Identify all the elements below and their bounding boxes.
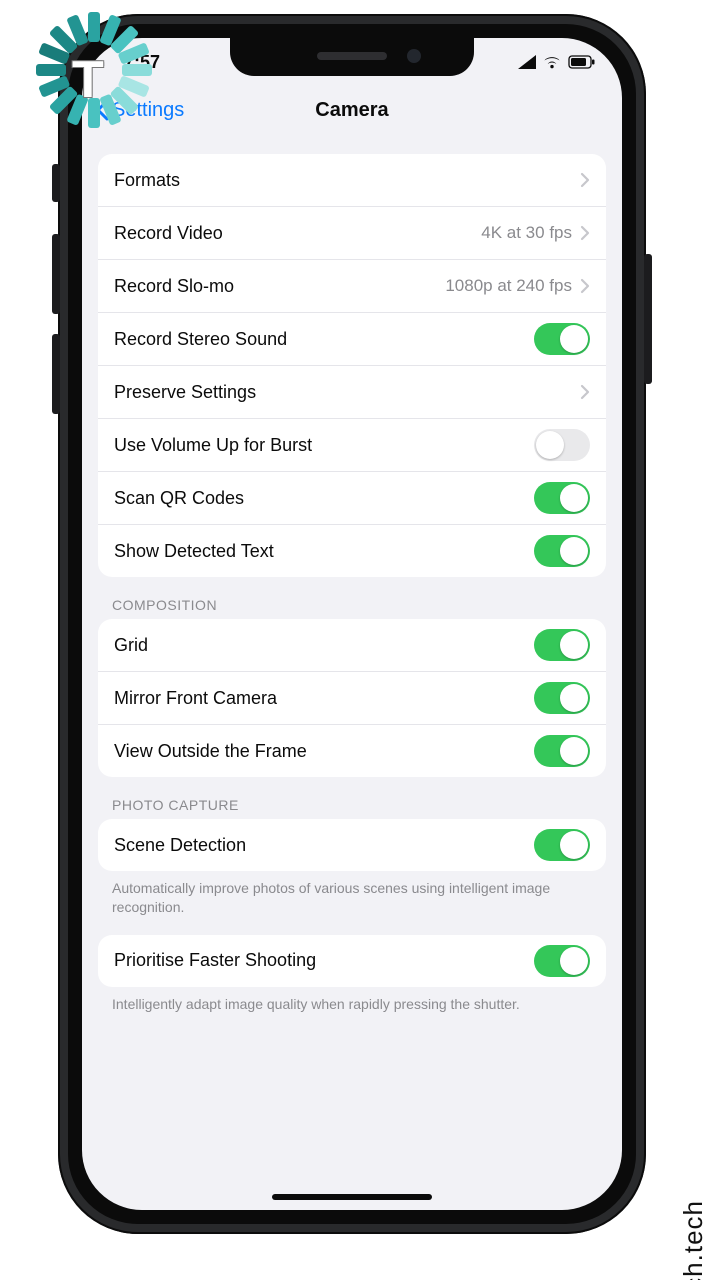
row-label: Scan QR Codes (114, 488, 244, 509)
row-formats[interactable]: Formats (98, 154, 606, 206)
row-label: Use Volume Up for Burst (114, 435, 312, 456)
home-indicator[interactable] (272, 1194, 432, 1200)
chevron-right-icon (580, 172, 590, 188)
row-prioritise-shooting: Prioritise Faster Shooting (98, 935, 606, 987)
chevron-right-icon (580, 278, 590, 294)
phone-screen: 7:57 Settings Camera (82, 38, 622, 1210)
back-label: Settings (112, 99, 184, 122)
toggle-scan-qr[interactable] (534, 482, 590, 514)
section-header-photo-capture: Photo Capture (98, 777, 606, 819)
wifi-icon (542, 55, 562, 69)
row-label: Preserve Settings (114, 382, 256, 403)
chevron-left-icon (94, 99, 110, 121)
row-label: Grid (114, 635, 148, 656)
row-label: Record Video (114, 223, 223, 244)
section-header-composition: Composition (98, 577, 606, 619)
phone-frame: 7:57 Settings Camera (58, 14, 646, 1234)
row-record-video[interactable]: Record Video 4K at 30 fps (98, 206, 606, 259)
row-preserve-settings[interactable]: Preserve Settings (98, 365, 606, 418)
cellular-icon (518, 55, 536, 69)
watermark-text: www.techietech.tech (680, 1200, 706, 1280)
row-view-outside: View Outside the Frame (98, 724, 606, 777)
footer-prioritise-shooting: Intelligently adapt image quality when r… (98, 987, 606, 1014)
toggle-view-outside[interactable] (534, 735, 590, 767)
scene-detection-group: Scene Detection (98, 819, 606, 871)
row-record-stereo: Record Stereo Sound (98, 312, 606, 365)
row-label: Prioritise Faster Shooting (114, 950, 316, 971)
toggle-grid[interactable] (534, 629, 590, 661)
prioritise-group: Prioritise Faster Shooting (98, 935, 606, 987)
settings-content[interactable]: Formats Record Video 4K at 30 fps Record… (82, 134, 622, 1210)
chevron-right-icon (580, 384, 590, 400)
chevron-right-icon (580, 225, 590, 241)
camera-main-group: Formats Record Video 4K at 30 fps Record… (98, 154, 606, 577)
phone-switch-mute (52, 164, 60, 202)
row-label: Record Slo-mo (114, 276, 234, 297)
row-grid: Grid (98, 619, 606, 671)
footer-scene-detection: Automatically improve photos of various … (98, 871, 606, 917)
row-label: Formats (114, 170, 180, 191)
row-volume-burst: Use Volume Up for Burst (98, 418, 606, 471)
toggle-mirror-front[interactable] (534, 682, 590, 714)
phone-volume-up (52, 234, 60, 314)
row-label: Show Detected Text (114, 541, 274, 562)
toggle-stereo-sound[interactable] (534, 323, 590, 355)
row-detected-text: Show Detected Text (98, 524, 606, 577)
row-record-slomo[interactable]: Record Slo-mo 1080p at 240 fps (98, 259, 606, 312)
toggle-volume-burst[interactable] (534, 429, 590, 461)
nav-bar: Settings Camera (82, 86, 622, 138)
toggle-scene-detection[interactable] (534, 829, 590, 861)
row-label: Record Stereo Sound (114, 329, 287, 350)
row-scene-detection: Scene Detection (98, 819, 606, 871)
phone-power-button (644, 254, 652, 384)
toggle-detected-text[interactable] (534, 535, 590, 567)
composition-group: Grid Mirror Front Camera View Outside th… (98, 619, 606, 777)
row-value: 4K at 30 fps (481, 223, 572, 243)
row-scan-qr: Scan QR Codes (98, 471, 606, 524)
row-value: 1080p at 240 fps (445, 276, 572, 296)
row-mirror-front: Mirror Front Camera (98, 671, 606, 724)
row-label: Scene Detection (114, 835, 246, 856)
row-label: Mirror Front Camera (114, 688, 277, 709)
row-label: View Outside the Frame (114, 741, 307, 762)
status-bar: 7:57 (82, 38, 622, 86)
back-button[interactable]: Settings (94, 99, 184, 122)
phone-volume-down (52, 334, 60, 414)
toggle-prioritise-shooting[interactable] (534, 945, 590, 977)
status-time: 7:57 (124, 52, 160, 73)
battery-icon (568, 55, 596, 69)
